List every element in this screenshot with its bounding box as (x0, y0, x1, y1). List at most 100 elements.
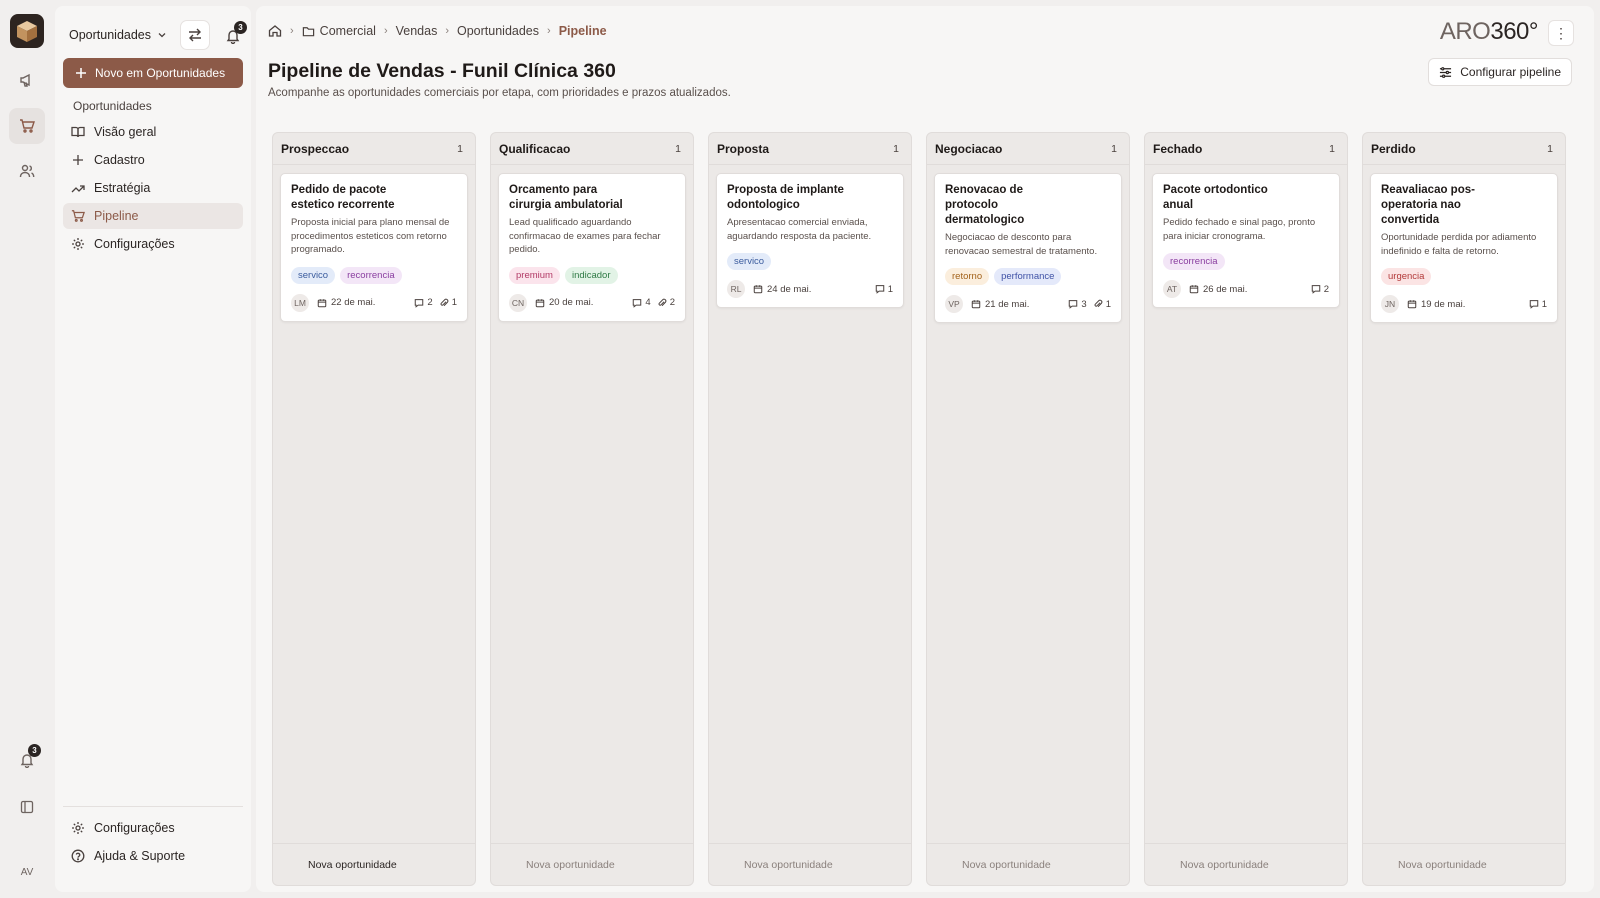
card-description: Oportunidade perdida por adiamento indef… (1381, 232, 1537, 257)
new-opportunity-link[interactable]: Nova oportunidade (1363, 843, 1565, 885)
card-counts: 3 1 (1068, 299, 1111, 310)
card-title: Proposta de implante odontologico (727, 184, 844, 211)
column-title: Prospeccao (281, 141, 350, 156)
column-header: Qualificacao 1 (491, 133, 693, 165)
opportunity-card[interactable]: Reavaliacao pos-operatoria nao convertid… (1370, 173, 1558, 323)
sidebar-notifications-button[interactable]: 3 (221, 21, 247, 48)
card-counts: 2 1 (414, 297, 457, 308)
plus-icon (76, 68, 86, 78)
rail-campaigns-button[interactable] (9, 62, 45, 98)
breadcrumb-home[interactable] (268, 24, 282, 38)
sidebar-item-settings[interactable]: Configurações (63, 231, 243, 257)
opportunity-card[interactable]: Renovacao de protocolo dermatologico Neg… (934, 173, 1122, 323)
breadcrumb-item[interactable]: Comercial (302, 24, 376, 38)
card-title: Renovacao de protocolo dermatologico (945, 184, 1025, 226)
brand-part1: ARO (1439, 18, 1491, 45)
column-count: 1 (1329, 142, 1335, 155)
chevron-down-icon (158, 33, 166, 38)
pipeline-column: Qualificacao 1 Orcamento para cirurgia a… (490, 132, 694, 886)
assignee-avatar[interactable]: AT (1163, 280, 1181, 298)
sidebar-item-register[interactable]: Cadastro (63, 147, 243, 173)
sidebar-item-strategy[interactable]: Estratégia (63, 175, 243, 201)
comment-count: 3 (1081, 298, 1087, 310)
breadcrumb-item[interactable]: Oportunidades (457, 24, 539, 38)
new-opportunity-link[interactable]: Nova oportunidade (1145, 843, 1347, 885)
trend-icon (71, 181, 85, 195)
column-title: Proposta (717, 141, 770, 156)
opportunity-card[interactable]: Orcamento para cirurgia ambulatorial Lea… (498, 173, 686, 322)
breadcrumb-current: Pipeline (558, 24, 607, 38)
pipeline-column: Perdido 1 Reavaliacao pos-operatoria nao… (1362, 132, 1566, 886)
module-selector[interactable]: Oportunidades (69, 28, 167, 42)
assignee-avatar[interactable]: VP (945, 295, 963, 313)
sidebar-item-pipeline[interactable]: Pipeline (63, 203, 243, 229)
rail-people-button[interactable] (9, 153, 45, 189)
card-meta: AT 26 de mai. 2 (1163, 280, 1329, 298)
assignee-avatar[interactable]: RL (727, 280, 745, 298)
card-tag: recorrencia (340, 266, 402, 284)
card-title: Orcamento para cirurgia ambulatorial (509, 184, 623, 211)
card-description: Proposta inicial para plano mensal de pr… (291, 217, 450, 255)
rail-panel-toggle-button[interactable] (9, 789, 45, 825)
rail-notifications-button[interactable]: 3 (9, 742, 45, 778)
paperclip-icon (439, 298, 449, 308)
comment-count: 2 (1323, 283, 1329, 295)
attachment-count: 2 (669, 297, 675, 308)
opportunity-card[interactable]: Pacote ortodontico anual Pedido fechado … (1152, 173, 1340, 308)
configure-pipeline-button[interactable]: Configurar pipeline (1428, 58, 1572, 86)
new-opportunity-link[interactable]: Nova oportunidade (927, 843, 1129, 885)
brand-part2: 360° (1490, 18, 1538, 45)
new-opportunity-link[interactable]: Nova oportunidade (273, 843, 475, 885)
card-comments: 4 (632, 297, 651, 308)
pipeline-column: Negociacao 1 Renovacao de protocolo derm… (926, 132, 1130, 886)
comment-icon (1311, 284, 1321, 294)
sidebar-footer: Configurações Ajuda & Suporte (63, 806, 243, 871)
new-opportunity-button[interactable]: Novo em Oportunidades (63, 58, 243, 88)
sidebar-item-label: Visão geral (94, 125, 157, 139)
switch-module-button[interactable] (180, 20, 210, 50)
new-opportunity-link[interactable]: Nova oportunidade (709, 843, 911, 885)
calendar-icon (317, 298, 327, 308)
card-tag: recorrencia (1163, 253, 1225, 270)
rail-sales-button[interactable] (9, 108, 45, 144)
home-icon (268, 25, 282, 37)
comment-count: 1 (887, 283, 893, 295)
sidebar-item-label: Configurações (94, 821, 175, 835)
sidebar-header: Oportunidades 3 (69, 20, 247, 50)
card-meta: CN 20 de mai. 4 2 (509, 293, 675, 312)
comment-icon (632, 298, 642, 308)
calendar-icon (753, 284, 763, 294)
column-count: 1 (1111, 142, 1117, 155)
column-title: Perdido (1371, 141, 1416, 156)
assignee-avatar[interactable]: JN (1381, 295, 1399, 313)
new-opportunity-link[interactable]: Nova oportunidade (491, 843, 693, 885)
card-tag: servico (291, 266, 336, 284)
breadcrumb-item[interactable]: Vendas (396, 24, 438, 38)
opportunity-card[interactable]: Pedido de pacote estetico recorrente Pro… (280, 173, 468, 322)
card-description: Lead qualificado aguardando confirmacao … (509, 217, 661, 255)
app-logo[interactable] (10, 14, 44, 48)
card-counts: 1 (875, 284, 893, 295)
column-count: 1 (1547, 142, 1553, 155)
card-tag: indicador (564, 266, 618, 284)
assignee-avatar[interactable]: CN (509, 293, 527, 312)
breadcrumb: › Comercial › Vendas › Oportunidades › P… (268, 24, 607, 38)
card-due-date: 22 de mai. (317, 297, 375, 308)
sidebar-footer-help[interactable]: Ajuda & Suporte (63, 843, 243, 869)
card-description: Pedido fechado e sinal pago, pronto para… (1163, 217, 1316, 242)
card-due-date: 21 de mai. (971, 299, 1029, 310)
assignee-avatar[interactable]: LM (291, 293, 309, 312)
due-date-label: 22 de mai. (331, 297, 376, 308)
opportunity-card[interactable]: Proposta de implante odontologico Aprese… (716, 173, 904, 308)
card-comments: 2 (414, 297, 433, 308)
user-avatar[interactable]: AV (15, 860, 39, 884)
column-title: Negociacao (935, 141, 1003, 156)
comment-icon (414, 298, 424, 308)
column-header: Proposta 1 (709, 133, 911, 165)
more-options-button[interactable]: ⋮ (1548, 20, 1574, 46)
sidebar-item-overview[interactable]: Visão geral (63, 119, 243, 145)
users-icon (19, 164, 35, 178)
new-opportunity-label: Novo em Oportunidades (95, 66, 226, 80)
sidebar-footer-settings[interactable]: Configurações (63, 815, 243, 841)
cart-icon (20, 119, 35, 133)
